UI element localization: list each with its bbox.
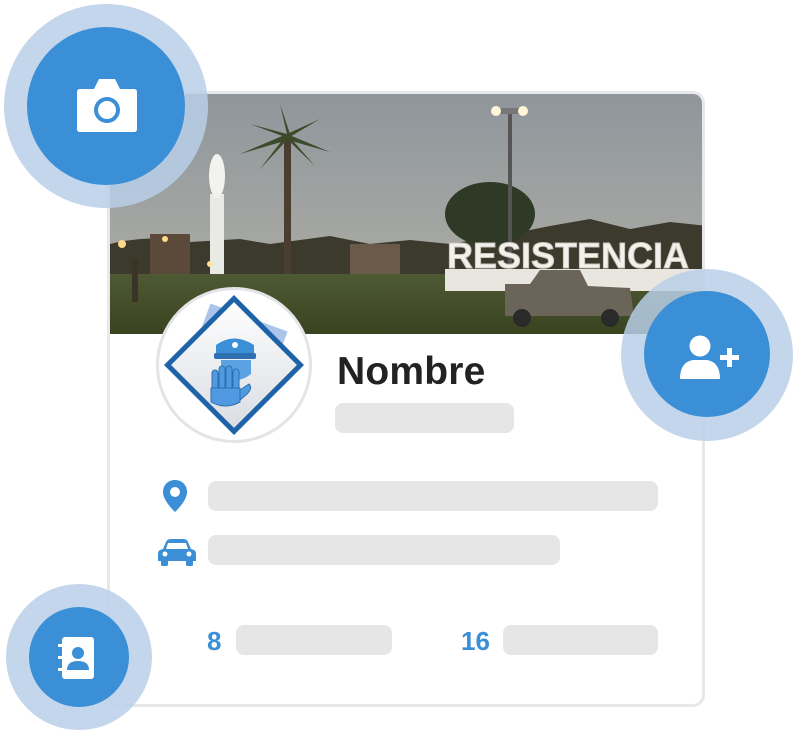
location-placeholder <box>208 481 658 511</box>
stat-value-2: 16 <box>461 626 490 656</box>
location-pin-icon <box>163 480 187 512</box>
add-user-button[interactable] <box>621 269 793 441</box>
cover-sign-text: RESISTENCIA <box>447 235 689 276</box>
contacts-button[interactable] <box>6 584 152 730</box>
stat-value-1: 8 <box>207 626 222 656</box>
add-user-icon <box>680 335 739 379</box>
camera-button[interactable] <box>4 4 208 208</box>
police-stop-hand-icon <box>163 294 305 436</box>
avatar[interactable] <box>156 287 312 443</box>
car-icon <box>158 539 196 566</box>
vehicle-placeholder <box>208 535 560 565</box>
subtitle-placeholder <box>335 403 514 433</box>
stat-label-placeholder-2 <box>503 625 658 655</box>
camera-icon <box>77 79 137 132</box>
profile-name: Nombre <box>337 350 486 393</box>
stat-label-placeholder-1 <box>236 625 392 655</box>
contact-book-icon <box>58 637 94 679</box>
